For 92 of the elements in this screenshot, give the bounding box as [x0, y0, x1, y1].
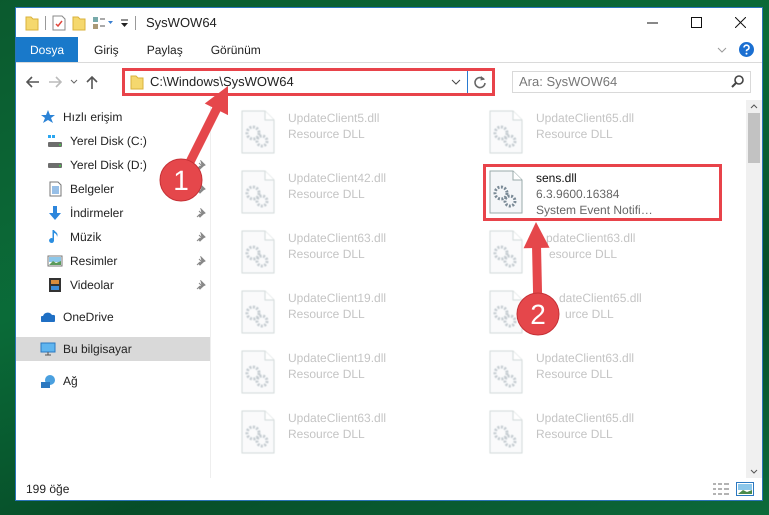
scroll-down-icon[interactable]	[750, 469, 758, 474]
file-detail: Resource DLL	[288, 127, 365, 141]
network-icon	[40, 374, 56, 388]
file-name: dateClient65.dll	[559, 291, 642, 305]
dll-file-icon	[241, 110, 275, 154]
file-detail: urce DLL	[565, 307, 614, 321]
nav-item[interactable]: İndirmeler	[70, 206, 124, 220]
ribbon-tab[interactable]: Görünüm	[196, 37, 275, 62]
nav-item[interactable]: Bu bilgisayar	[16, 337, 210, 361]
dll-file-icon	[241, 410, 275, 454]
scroll-up-icon[interactable]	[750, 104, 758, 109]
drive-icon	[47, 162, 63, 168]
view-icon[interactable]	[92, 16, 114, 30]
step-number: 1	[160, 158, 202, 202]
nav-item[interactable]: Yerel Disk (D:)	[70, 158, 147, 172]
file-detail: Resource DLL	[288, 247, 365, 261]
back-icon[interactable]	[26, 76, 40, 88]
file-name: sens.dll	[536, 171, 577, 185]
search-field[interactable]: Ara: SysWOW64	[512, 70, 751, 92]
file-detail: Resource DLL	[536, 427, 613, 441]
file-name: UpdateClient5.dll	[288, 111, 380, 125]
pin-icon[interactable]	[196, 232, 206, 242]
help-icon[interactable]	[739, 42, 754, 57]
item-count: 199 öğe	[26, 482, 70, 496]
maximize-icon[interactable]	[690, 17, 702, 28]
details-view-icon[interactable]	[712, 482, 730, 496]
file-name: UpdateClient19.dll	[288, 291, 386, 305]
drive-icon	[47, 134, 63, 148]
dll-file-icon	[489, 350, 523, 394]
scrollbar-thumb[interactable]	[748, 113, 760, 163]
file-detail: System Event Notifi…	[536, 203, 653, 217]
nav-item[interactable]: Müzik	[70, 230, 102, 244]
large-icons-view-icon[interactable]	[736, 482, 754, 496]
pin-icon[interactable]	[196, 160, 206, 170]
file-detail: Resource DLL	[288, 427, 365, 441]
download-arrow-icon	[48, 205, 62, 221]
ribbon-tab[interactable]: Giriş	[80, 37, 133, 62]
step-number: 2	[516, 292, 560, 336]
dll-file-icon	[489, 410, 523, 454]
dll-file-icon	[241, 170, 275, 214]
pin-icon[interactable]	[196, 280, 206, 290]
pin-icon[interactable]	[196, 256, 206, 266]
nav-item[interactable]: Ağ	[16, 369, 210, 393]
ribbon-tab[interactable]: Paylaş	[132, 37, 197, 62]
nav-item[interactable]: Videolar	[70, 278, 114, 292]
file-detail: Resource DLL	[536, 367, 613, 381]
film-icon	[48, 277, 62, 293]
dll-file-icon	[241, 290, 275, 334]
monitor-icon	[40, 341, 56, 357]
dll-file-icon	[489, 230, 523, 274]
dropdown-icon[interactable]	[120, 18, 129, 28]
recent-locations-icon[interactable]	[70, 78, 78, 84]
nav-item[interactable]: Belgeler	[70, 182, 114, 196]
close-icon[interactable]	[734, 17, 746, 28]
file-name: UpdateClient63.dll	[288, 231, 386, 245]
file-detail: Resource DLL	[288, 187, 365, 201]
pin-icon[interactable]	[196, 208, 206, 218]
file-name: pdateClient63.dll	[546, 231, 636, 245]
file-name: UpdateClient42.dll	[288, 171, 386, 185]
window-title: SysWOW64	[146, 15, 217, 30]
nav-item[interactable]: Resimler	[70, 254, 118, 268]
dropdown-icon[interactable]	[451, 78, 461, 84]
document-icon	[47, 181, 63, 197]
refresh-icon[interactable]	[473, 74, 487, 88]
up-icon[interactable]	[86, 74, 98, 88]
dll-file-icon	[489, 170, 523, 214]
file-detail: esource DLL	[549, 247, 618, 261]
file-name: UpdateClient63.dll	[288, 411, 386, 425]
ribbon-tab[interactable]: Dosya	[16, 37, 78, 62]
file-name: UpdateClient19.dll	[288, 351, 386, 365]
address-field[interactable]: C:\Windows\SysWOW64	[122, 68, 495, 96]
nav-item[interactable]: Hızlı erişim	[16, 105, 210, 129]
file-tile[interactable]: sens.dll 6.3.9600.16384 System Event Notifi…	[483, 164, 722, 221]
cloud-icon	[41, 311, 55, 323]
file-detail: 6.3.9600.16384	[536, 187, 620, 201]
dll-file-icon	[489, 290, 523, 334]
image-icon	[47, 255, 63, 267]
file-detail: Resource DLL	[288, 307, 365, 321]
minimize-icon[interactable]	[646, 22, 658, 24]
dll-file-icon	[489, 110, 523, 154]
file-name: UpdateClient65.dll	[536, 111, 634, 125]
star-icon	[40, 109, 56, 125]
dll-file-icon	[241, 350, 275, 394]
file-name: UpdateClient63.dll	[536, 351, 634, 365]
nav-item[interactable]: Yerel Disk (C:)	[70, 134, 147, 148]
file-detail: Resource DLL	[536, 127, 613, 141]
file-detail: Resource DLL	[288, 367, 365, 381]
file-name: UpdateClient65.dll	[536, 411, 634, 425]
expand-ribbon-icon[interactable]	[717, 46, 727, 52]
dll-file-icon	[241, 230, 275, 274]
nav-item[interactable]: OneDrive	[16, 305, 210, 329]
properties-icon[interactable]	[52, 14, 66, 30]
